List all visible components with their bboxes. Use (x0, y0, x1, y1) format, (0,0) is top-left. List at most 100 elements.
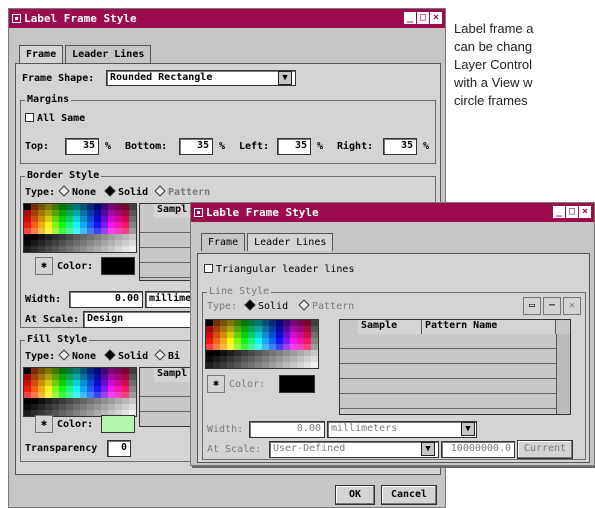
palette-swatch[interactable] (24, 246, 31, 252)
border-pattern-table[interactable]: Sampl (139, 203, 196, 281)
line-type-solid-radio[interactable]: Solid (243, 299, 288, 312)
palette-swatch[interactable] (24, 410, 31, 416)
line-color-swatch[interactable] (279, 375, 315, 393)
palette-swatch[interactable] (52, 410, 59, 416)
top-margin-input[interactable]: 35 (65, 138, 99, 155)
palette-swatch[interactable] (31, 246, 38, 252)
color-picker-icon[interactable]: ✱ (35, 257, 53, 275)
border-color-swatch[interactable] (101, 257, 135, 275)
palette-swatch[interactable] (220, 362, 227, 368)
border-width-unit-select[interactable]: millime (145, 291, 195, 308)
line-width-unit-select[interactable]: millimeters (327, 421, 477, 438)
palette-swatch[interactable] (269, 362, 276, 368)
fill-type-bitmap-radio[interactable]: Bi (153, 349, 180, 362)
palette-swatch[interactable] (94, 410, 101, 416)
fill-color-palette[interactable] (23, 367, 137, 417)
palette-swatch[interactable] (213, 362, 220, 368)
line-scale-dropdown-icon[interactable]: ▼ (421, 442, 435, 456)
palette-swatch[interactable] (297, 362, 304, 368)
maximize-icon[interactable]: □ (417, 12, 429, 24)
palette-swatch[interactable] (73, 410, 80, 416)
palette-swatch[interactable] (80, 410, 87, 416)
ok-button[interactable]: OK (335, 485, 375, 505)
palette-swatch[interactable] (73, 246, 80, 252)
window-menu-icon[interactable] (12, 14, 21, 23)
new-pattern-icon[interactable]: ▭ (523, 297, 541, 315)
palette-swatch[interactable] (283, 362, 290, 368)
palette-swatch[interactable] (122, 246, 129, 252)
triangular-leader-lines-checkbox[interactable]: Triangular leader lines (204, 264, 354, 275)
fill-type-solid-radio[interactable]: Solid (103, 349, 148, 362)
border-type-pattern-radio[interactable]: Pattern (153, 185, 210, 198)
close-icon[interactable]: × (579, 206, 591, 218)
palette-swatch[interactable] (276, 362, 283, 368)
palette-swatch[interactable] (108, 246, 115, 252)
tab-frame[interactable]: Frame (201, 233, 246, 251)
fill-type-none-radio[interactable]: None (57, 349, 96, 362)
palette-swatch[interactable] (206, 362, 213, 368)
palette-swatch[interactable] (262, 362, 269, 368)
border-width-input[interactable]: 0.00 (69, 291, 143, 308)
palette-swatch[interactable] (45, 246, 52, 252)
line-pattern-table[interactable]: Sample Pattern Name (339, 319, 571, 415)
bottom-margin-input[interactable]: 35 (179, 138, 213, 155)
palette-swatch[interactable] (101, 246, 108, 252)
cancel-button[interactable]: Cancel (381, 485, 437, 505)
palette-swatch[interactable] (311, 362, 318, 368)
maximize-icon[interactable]: □ (566, 206, 578, 218)
palette-swatch[interactable] (59, 410, 66, 416)
line-type-pattern-radio[interactable]: Pattern (297, 299, 354, 312)
palette-swatch[interactable] (87, 410, 94, 416)
line-width-input[interactable]: 0.00 (249, 421, 325, 438)
border-type-solid-radio[interactable]: Solid (103, 185, 148, 198)
fill-color-swatch[interactable] (101, 415, 135, 433)
tab-leader-lines[interactable]: Leader Lines (65, 45, 152, 63)
window2-menu-icon[interactable] (194, 208, 203, 217)
palette-swatch[interactable] (129, 246, 136, 252)
palette-swatch[interactable] (234, 362, 241, 368)
palette-swatch[interactable] (248, 362, 255, 368)
left-margin-input[interactable]: 35 (277, 138, 311, 155)
frame-shape-dropdown-icon[interactable]: ▼ (278, 71, 292, 85)
line-color-picker-icon[interactable]: ✱ (207, 375, 225, 393)
palette-swatch[interactable] (241, 362, 248, 368)
minimize-icon[interactable]: _ (404, 12, 416, 24)
window-title-bar[interactable]: Label Frame Style _ □ × (9, 9, 445, 28)
window2-title-bar[interactable]: Lable Frame Style _ □ × (191, 203, 594, 222)
palette-swatch[interactable] (38, 246, 45, 252)
palette-swatch[interactable] (87, 246, 94, 252)
all-same-checkbox[interactable]: All Same (25, 113, 85, 124)
line-width-unit-dropdown-icon[interactable]: ▼ (461, 422, 475, 436)
tab-frame[interactable]: Frame (19, 45, 64, 63)
palette-swatch[interactable] (66, 246, 73, 252)
border-type-none-radio[interactable]: None (57, 185, 96, 198)
palette-swatch[interactable] (115, 246, 122, 252)
palette-swatch[interactable] (290, 362, 297, 368)
line-scale-select[interactable]: User-Defined (269, 441, 439, 458)
fill-color-picker-icon[interactable]: ✱ (35, 415, 53, 433)
border-type-label: Type: (25, 187, 56, 198)
pattern-editor-icon[interactable]: ⋯ (543, 297, 561, 315)
tab-leader-lines[interactable]: Leader Lines (247, 233, 334, 251)
line-pattern-scrollbar[interactable] (556, 334, 570, 414)
current-scale-button[interactable]: Current (517, 440, 573, 459)
palette-swatch[interactable] (59, 246, 66, 252)
border-scale-select[interactable]: Design (83, 311, 195, 328)
frame-shape-select[interactable]: Rounded Rectangle (106, 70, 296, 86)
delete-pattern-icon[interactable]: ✕ (563, 297, 581, 315)
right-margin-input[interactable]: 35 (383, 138, 417, 155)
transparency-input[interactable]: 0 (107, 440, 131, 457)
palette-swatch[interactable] (66, 410, 73, 416)
palette-swatch[interactable] (52, 246, 59, 252)
palette-swatch[interactable] (255, 362, 262, 368)
palette-swatch[interactable] (304, 362, 311, 368)
line-scale-number-input[interactable]: 10000000.0 (441, 441, 515, 458)
palette-swatch[interactable] (227, 362, 234, 368)
palette-swatch[interactable] (94, 246, 101, 252)
minimize-icon[interactable]: _ (553, 206, 565, 218)
line-color-palette[interactable] (205, 319, 319, 369)
close-icon[interactable]: × (430, 12, 442, 24)
border-color-palette[interactable] (23, 203, 137, 253)
palette-swatch[interactable] (80, 246, 87, 252)
fill-pattern-table[interactable]: Sampl (139, 367, 196, 427)
